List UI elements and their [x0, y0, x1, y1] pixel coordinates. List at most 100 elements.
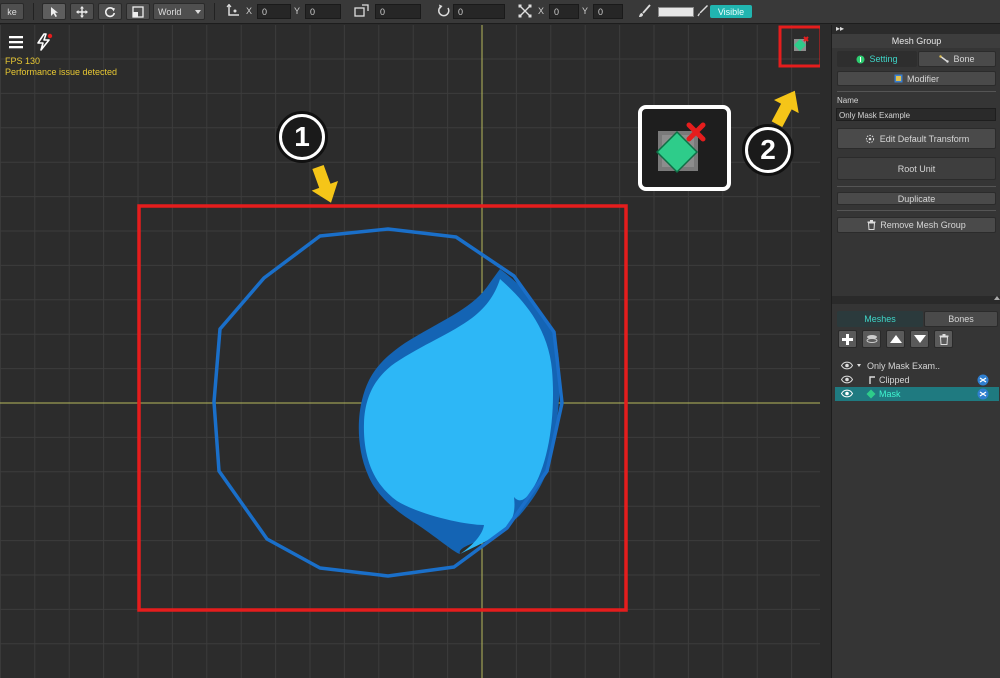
- triangle-down-icon: [913, 335, 926, 343]
- layer-button[interactable]: [862, 330, 881, 348]
- name-field[interactable]: Only Mask Example: [836, 108, 996, 121]
- callout-number-2-text: 2: [748, 130, 788, 170]
- performance-button[interactable]: [34, 32, 54, 52]
- tree-item-clipped[interactable]: Clipped: [835, 373, 999, 387]
- transform-icon: [865, 134, 874, 143]
- cursor-icon: [51, 6, 58, 17]
- triangle-up-icon: [889, 335, 902, 343]
- remove-mesh-group-label: Remove Mesh Group: [880, 220, 966, 230]
- duplicate-button[interactable]: Duplicate: [837, 192, 996, 205]
- move-icon: [76, 5, 88, 18]
- scroll-up-icon[interactable]: [994, 296, 1000, 300]
- rotation-icon: [438, 4, 450, 17]
- chevron-down-icon: [195, 10, 201, 14]
- callout-number-2: 2: [742, 124, 794, 176]
- position-icon: [226, 4, 239, 16]
- position-x-field[interactable]: 0: [257, 4, 291, 19]
- tree-item-clipped-label: Clipped: [879, 375, 910, 385]
- scale-x-label: X: [538, 6, 545, 16]
- expand-arrow-icon[interactable]: [857, 364, 861, 367]
- modifier-button-label: Modifier: [906, 73, 939, 84]
- position-y-field[interactable]: 0: [305, 4, 341, 19]
- color-swatch[interactable]: [658, 7, 694, 17]
- modifier-button[interactable]: Modifier: [837, 71, 996, 86]
- callout-number-1-text: 1: [282, 117, 322, 157]
- arrow-down-icon: [311, 164, 338, 203]
- tree-item-mask[interactable]: Mask: [835, 387, 999, 401]
- eye-icon[interactable]: [841, 361, 853, 370]
- canvas-grid: [0, 25, 820, 678]
- tab-bone[interactable]: Bone: [918, 51, 996, 67]
- tab-setting-label: Setting: [869, 54, 898, 64]
- scale-y-field[interactable]: 0: [593, 4, 623, 19]
- panel-divider: [832, 296, 1000, 304]
- lightning-icon: [37, 33, 53, 51]
- size-icon: [354, 4, 369, 17]
- edit-default-transform-button[interactable]: Edit Default Transform: [837, 128, 996, 149]
- eye-icon[interactable]: [841, 375, 853, 384]
- tab-bone-label: Bone: [953, 54, 975, 64]
- brush-icon: [639, 4, 651, 17]
- eye-icon[interactable]: [841, 389, 853, 398]
- move-tool-button[interactable]: [70, 3, 94, 20]
- setting-icon: [856, 55, 865, 63]
- mask-toggle-button[interactable]: [793, 36, 809, 52]
- plus-icon: [842, 333, 853, 345]
- mesh-link-icon[interactable]: [977, 374, 989, 386]
- space-select-value: World: [158, 7, 182, 17]
- mask-toggle-icon: [794, 36, 809, 51]
- panel-title: Mesh Group: [832, 34, 1000, 48]
- move-up-button[interactable]: [886, 330, 905, 348]
- mask-toggle-icon-zoomed: [655, 122, 706, 174]
- tree-root-row[interactable]: Only Mask Exam..: [835, 359, 999, 373]
- layers-icon: [866, 335, 877, 343]
- hamburger-icon: [9, 36, 23, 49]
- rotate-icon: [105, 6, 116, 17]
- mask-icon: [866, 389, 876, 399]
- tree-root-label: Only Mask Exam..: [867, 361, 941, 371]
- tab-meshes[interactable]: Meshes: [837, 311, 923, 327]
- space-select[interactable]: World: [153, 3, 205, 20]
- select-tool-button[interactable]: [42, 3, 66, 20]
- bone-icon: [939, 55, 950, 63]
- trash-icon: [939, 333, 948, 345]
- edit-default-transform-label: Edit Default Transform: [879, 133, 970, 144]
- tab-setting[interactable]: Setting: [837, 51, 917, 67]
- position-x-label: X: [246, 6, 253, 16]
- tab-bones[interactable]: Bones: [924, 311, 998, 327]
- scale-icon: [132, 5, 144, 18]
- mask-mesh-shape[interactable]: [358, 269, 560, 554]
- trash-icon: [867, 220, 876, 230]
- move-down-button[interactable]: [910, 330, 929, 348]
- root-unit-label: Root Unit: [897, 163, 936, 174]
- delete-mesh-button[interactable]: [934, 330, 953, 348]
- scale-tool-button[interactable]: [126, 3, 150, 20]
- rotate-tool-button[interactable]: [98, 3, 122, 20]
- remove-mesh-group-button[interactable]: Remove Mesh Group: [837, 217, 996, 233]
- tree-item-mask-label: Mask: [879, 389, 901, 399]
- canvas-viewport[interactable]: FPS 130 Performance issue detected 1 2: [0, 25, 820, 678]
- add-mesh-button[interactable]: [838, 330, 857, 348]
- make-button[interactable]: ke: [0, 3, 24, 20]
- rotation-field[interactable]: 0: [453, 4, 505, 19]
- scale-x-field[interactable]: 0: [549, 4, 579, 19]
- size-field[interactable]: 0: [375, 4, 421, 19]
- callout-number-1: 1: [276, 111, 328, 163]
- root-unit-button[interactable]: Root Unit: [837, 157, 996, 180]
- position-y-label: Y: [294, 6, 301, 16]
- top-toolbar: ke World X 0 Y 0 0 0 X 0 Y 0 Visible: [0, 0, 1000, 24]
- mesh-link-icon[interactable]: [977, 388, 989, 400]
- modifier-icon: [894, 74, 903, 83]
- scale-axes-icon: [518, 4, 532, 18]
- clip-icon: [869, 376, 875, 384]
- performance-warning: Performance issue detected: [5, 67, 118, 77]
- make-button-label: ke: [7, 6, 17, 17]
- visible-toggle[interactable]: Visible: [710, 5, 752, 18]
- duplicate-button-label: Duplicate: [897, 193, 936, 204]
- name-label: Name: [837, 96, 859, 105]
- scale-y-label: Y: [582, 6, 589, 16]
- menu-button[interactable]: [6, 32, 26, 52]
- fps-counter: FPS 130: [5, 56, 41, 66]
- double-chevron-right-icon[interactable]: ▸▸: [836, 24, 844, 33]
- panel-header-strip: ▸▸: [832, 24, 1000, 34]
